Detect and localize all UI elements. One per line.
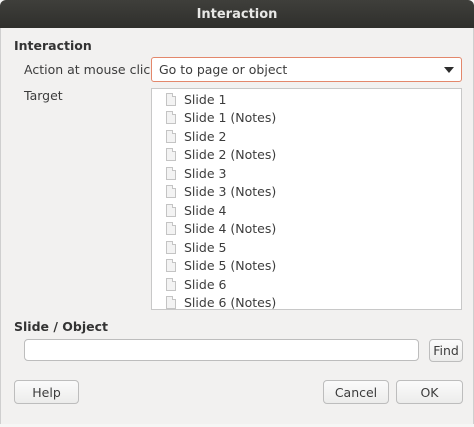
- target-list[interactable]: Slide 1 Slide 1 (Notes) Slide 2 Slide 2 …: [151, 88, 462, 310]
- document-icon: [166, 295, 176, 309]
- document-icon: [166, 258, 176, 272]
- target-item-slide-6[interactable]: Slide 6: [166, 275, 226, 293]
- target-item-label: Slide 1 (Notes): [184, 109, 277, 125]
- target-item-slide-2-notes[interactable]: Slide 2 (Notes): [166, 145, 276, 163]
- target-item-label: Slide 3: [184, 165, 227, 181]
- target-item-label: Slide 6 (Notes): [184, 294, 277, 310]
- document-icon: [166, 166, 176, 180]
- target-item-slide-4[interactable]: Slide 4: [166, 201, 226, 219]
- document-icon: [166, 92, 176, 106]
- target-item-label: Slide 4 (Notes): [184, 220, 277, 236]
- window-titlebar: Interaction: [0, 0, 474, 28]
- target-item-label: Slide 2: [184, 128, 227, 144]
- action-label: Action at mouse click:: [24, 62, 162, 77]
- target-item-slide-5[interactable]: Slide 5: [166, 238, 226, 256]
- chevron-down-icon: [444, 67, 454, 73]
- target-item-slide-2[interactable]: Slide 2: [166, 127, 226, 145]
- document-icon: [166, 221, 176, 235]
- action-dropdown-value: Go to page or object: [159, 62, 288, 77]
- target-item-slide-3-notes[interactable]: Slide 3 (Notes): [166, 182, 276, 200]
- cancel-button[interactable]: Cancel: [323, 380, 389, 404]
- document-icon: [166, 203, 176, 217]
- document-icon: [166, 129, 176, 143]
- target-label: Target: [24, 88, 63, 103]
- target-item-label: Slide 4: [184, 202, 227, 218]
- slide-object-heading: Slide / Object: [14, 319, 108, 334]
- target-item-label: Slide 5 (Notes): [184, 257, 277, 273]
- target-item-slide-1[interactable]: Slide 1: [166, 90, 226, 108]
- window-title: Interaction: [196, 6, 278, 22]
- document-icon: [166, 240, 176, 254]
- document-icon: [166, 110, 176, 124]
- find-button[interactable]: Find: [429, 339, 463, 362]
- help-button[interactable]: Help: [14, 380, 79, 404]
- target-item-label: Slide 1: [184, 91, 227, 107]
- target-item-slide-4-notes[interactable]: Slide 4 (Notes): [166, 219, 276, 237]
- interaction-heading: Interaction: [14, 38, 92, 53]
- document-icon: [166, 277, 176, 291]
- ok-button[interactable]: OK: [396, 380, 463, 404]
- document-icon: [166, 147, 176, 161]
- slide-object-input[interactable]: [24, 339, 419, 361]
- target-item-slide-5-notes[interactable]: Slide 5 (Notes): [166, 256, 276, 274]
- target-item-label: Slide 3 (Notes): [184, 183, 277, 199]
- target-item-slide-6-notes[interactable]: Slide 6 (Notes): [166, 293, 277, 310]
- target-item-slide-3[interactable]: Slide 3: [166, 164, 226, 182]
- action-dropdown[interactable]: Go to page or object: [151, 57, 462, 82]
- target-item-label: Slide 2 (Notes): [184, 146, 277, 162]
- target-item-label: Slide 5: [184, 239, 227, 255]
- document-icon: [166, 184, 176, 198]
- target-item-slide-1-notes[interactable]: Slide 1 (Notes): [166, 108, 276, 126]
- target-item-label: Slide 6: [184, 276, 227, 292]
